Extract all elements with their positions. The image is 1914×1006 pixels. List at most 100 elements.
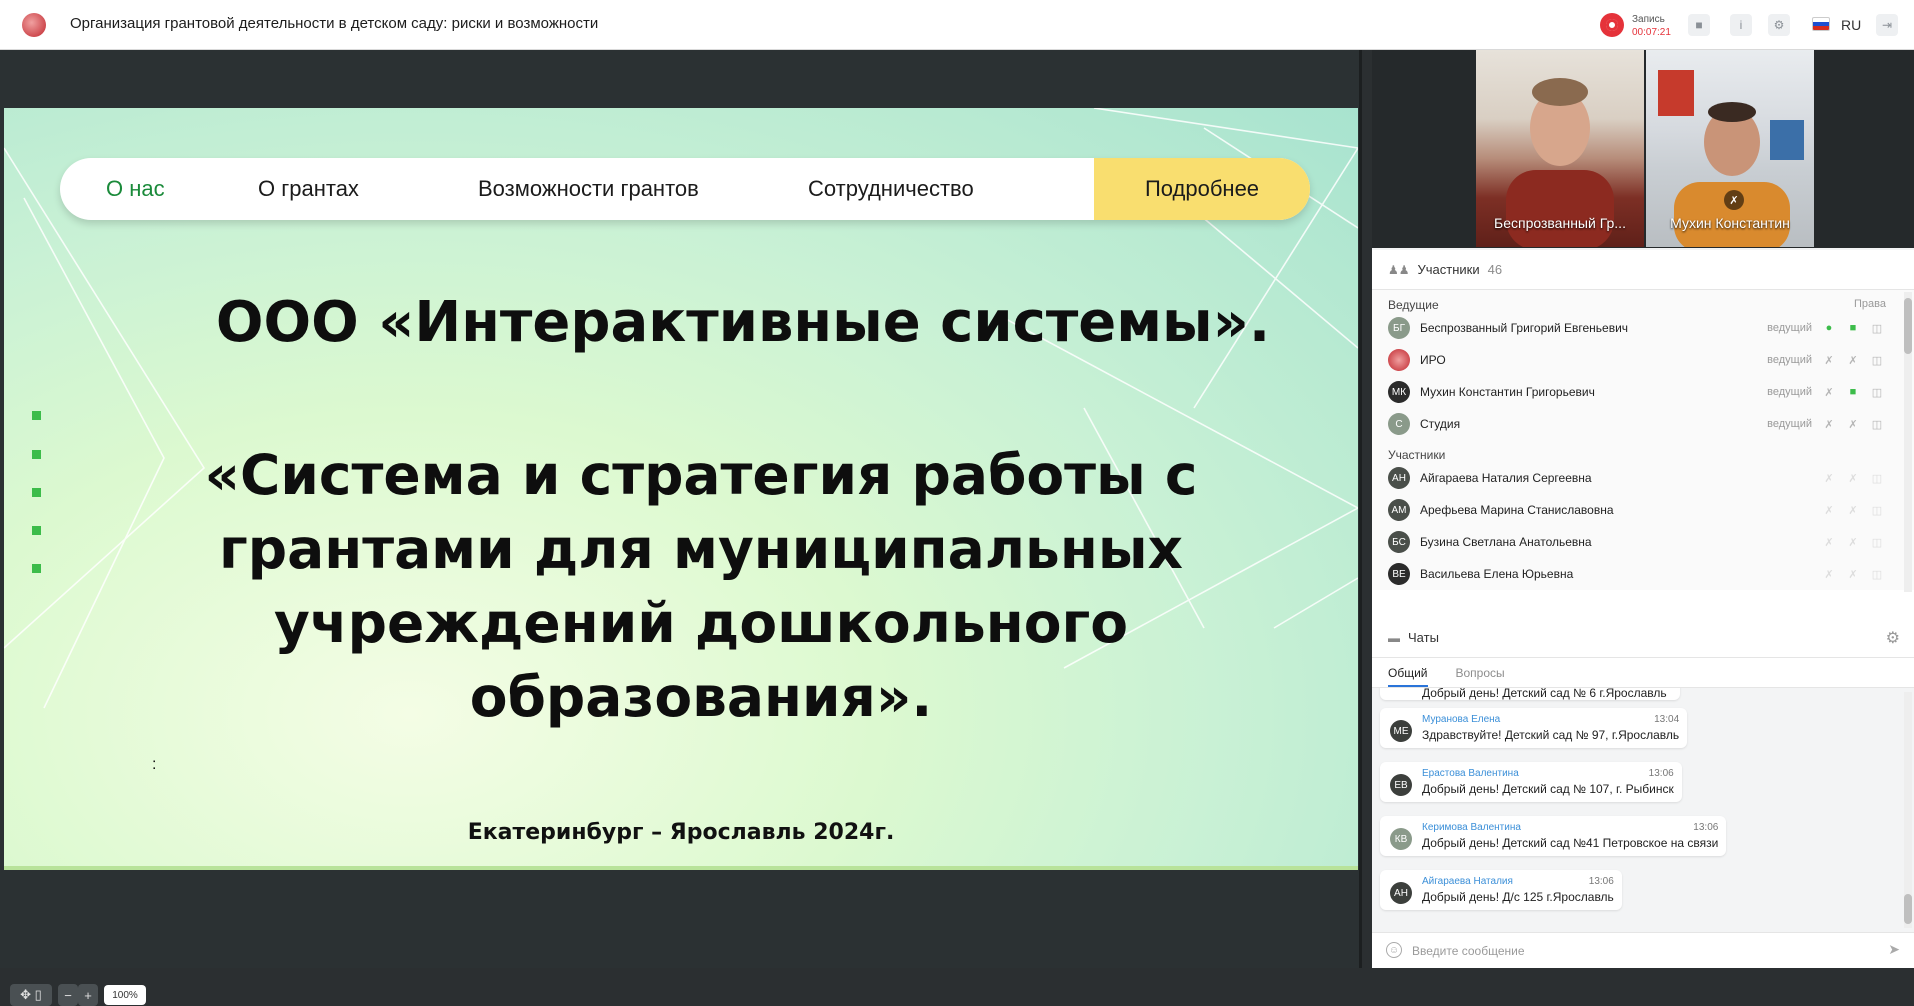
send-icon[interactable]: ➤: [1888, 941, 1900, 958]
green-bullet: [32, 488, 41, 497]
participant-row[interactable]: АН Айгараева Наталия Сергеевна ✗ ✗ ◫: [1372, 462, 1914, 494]
subheading-line: образования».: [469, 665, 933, 729]
camera-on-icon[interactable]: ■: [1846, 385, 1860, 399]
chat-header: ▬ Чаты ⚙: [1372, 618, 1914, 658]
zoom-level: 100%: [104, 985, 146, 1005]
mic-on-icon[interactable]: ●: [1822, 321, 1836, 335]
participants-list: Ведущие Права БГ Беспрозванный Григорий …: [1372, 290, 1914, 592]
russian-flag-icon[interactable]: [1812, 17, 1830, 31]
screen-share-off-icon[interactable]: ◫: [1870, 321, 1884, 335]
chat-settings-icon[interactable]: ⚙: [1886, 628, 1900, 648]
participant-row[interactable]: ВЕ Васильева Елена Юрьевна ✗ ✗ ◫: [1372, 558, 1914, 590]
screen-share-off-icon: ◫: [1871, 504, 1883, 517]
screen-share-off-icon[interactable]: ◫: [1870, 385, 1884, 399]
avatar: МК: [1388, 381, 1410, 403]
tab-general[interactable]: Общий: [1388, 658, 1428, 687]
message-text: Добрый день! Детский сад №41 Петровское …: [1422, 836, 1719, 850]
emoji-icon[interactable]: ☺: [1386, 942, 1402, 958]
subheading-line: учреждений дошкольного: [273, 591, 1129, 655]
video-name: Мухин Константин: [1670, 215, 1790, 231]
avatar: БГ: [1388, 317, 1410, 339]
zoom-controls: ✥ ▯ − + 100%: [10, 984, 146, 1006]
language-selector[interactable]: RU: [1841, 17, 1861, 33]
avatar: ЕВ: [1390, 774, 1412, 796]
mic-off-icon[interactable]: ✗: [1822, 385, 1836, 399]
participants-header: ♟♟ Участники 46: [1372, 250, 1914, 290]
rights-label: Права: [1854, 298, 1886, 310]
zoom-in-button[interactable]: +: [78, 984, 98, 1006]
avatar: АМ: [1388, 499, 1410, 521]
iro-logo: [22, 13, 46, 37]
screen-share-off-icon[interactable]: ◫: [1870, 417, 1884, 431]
pan-fit-icon[interactable]: ✥ ▯: [10, 984, 52, 1006]
chat-message-input[interactable]: [1412, 941, 1852, 961]
participant-role: ведущий: [1767, 354, 1812, 366]
green-bullet: [32, 564, 41, 573]
participant-role: ведущий: [1767, 418, 1812, 430]
participants-scroll-thumb[interactable]: [1904, 298, 1912, 354]
mic-off-icon[interactable]: ✗: [1822, 353, 1836, 367]
avatar: АН: [1388, 467, 1410, 489]
info-icon[interactable]: i: [1730, 14, 1752, 36]
presentation-slide: О нас О грантах Возможности грантов Сотр…: [4, 108, 1358, 870]
slide-footer: Екатеринбург – Ярославль 2024г.: [467, 820, 895, 845]
hosts-label: Ведущие: [1388, 298, 1439, 312]
slide-nav-more-button[interactable]: Подробнее: [1094, 158, 1310, 220]
participants-panel: ♟♟ Участники 46 Ведущие Права БГ Беспроз…: [1372, 250, 1914, 654]
participant-row[interactable]: С Студия ведущий ✗ ✗ ◫: [1372, 408, 1914, 440]
participant-row[interactable]: МК Мухин Константин Григорьевич ведущий …: [1372, 376, 1914, 408]
gear-icon[interactable]: ⚙: [1768, 14, 1790, 36]
participant-name: Арефьева Марина Станиславовна: [1420, 503, 1614, 517]
participant-name: Бузина Светлана Анатольевна: [1420, 535, 1592, 549]
slide-nav-about[interactable]: О нас: [106, 176, 165, 202]
subheading-line: «Система и стратегия работы с: [204, 443, 1198, 507]
mic-off-icon[interactable]: ✗: [1822, 417, 1836, 431]
top-bar: Организация грантовой деятельности в дет…: [0, 0, 1914, 50]
mic-muted-icon: ✗: [1724, 190, 1744, 210]
record-label: Запись: [1632, 14, 1665, 25]
mic-off-icon: ✗: [1824, 504, 1834, 517]
event-title: Организация грантовой деятельности в дет…: [70, 15, 599, 32]
message-author: Айгараева Наталия: [1422, 876, 1513, 887]
exit-icon[interactable]: ⇥: [1876, 14, 1898, 36]
avatar: КВ: [1390, 828, 1412, 850]
chat-message: МЕ Муранова Елена 13:04 Здравствуйте! Де…: [1380, 708, 1688, 748]
screen-share-off-icon[interactable]: ◫: [1870, 353, 1884, 367]
video-name: Беспрозванный Гр...: [1494, 215, 1626, 231]
avatar: МЕ: [1390, 720, 1412, 742]
camera-off-icon[interactable]: ✗: [1846, 353, 1860, 367]
participant-name: Студия: [1420, 417, 1461, 431]
participant-role: ведущий: [1767, 386, 1812, 398]
participant-row[interactable]: БС Бузина Светлана Анатольевна ✗ ✗ ◫: [1372, 526, 1914, 558]
right-sidebar: Беспрозванный Гр... ✗ Мухин Константин ♟…: [1372, 50, 1914, 968]
participant-row[interactable]: АМ Арефьева Марина Станиславовна ✗ ✗ ◫: [1372, 494, 1914, 526]
mic-off-icon: ✗: [1824, 568, 1834, 581]
record-icon[interactable]: [1600, 13, 1624, 37]
presentation-stage: О нас О грантах Возможности грантов Сотр…: [0, 50, 1362, 1006]
participant-name: Беспрозванный Григорий Евгеньевич: [1420, 321, 1629, 335]
record-timer: 00:07:21: [1632, 27, 1671, 38]
tab-questions[interactable]: Вопросы: [1456, 658, 1505, 687]
folder-icon[interactable]: ■: [1688, 14, 1710, 36]
slide-navigation: О нас О грантах Возможности грантов Сотр…: [60, 158, 1310, 220]
chat-tabs: Общий Вопросы: [1372, 658, 1914, 688]
message-author: Ерастова Валентина: [1422, 768, 1519, 779]
chat-scroll-thumb[interactable]: [1904, 894, 1912, 924]
camera-on-icon[interactable]: ■: [1846, 321, 1860, 335]
participant-row[interactable]: БГ Беспрозванный Григорий Евгеньевич вед…: [1372, 312, 1914, 344]
slide-nav-opportunities[interactable]: Возможности грантов: [478, 176, 699, 202]
users-icon: ♟♟: [1388, 262, 1410, 277]
slide-nav-grants[interactable]: О грантах: [258, 176, 359, 202]
video-tile[interactable]: Беспрозванный Гр...: [1476, 50, 1644, 247]
zoom-out-button[interactable]: −: [58, 984, 78, 1006]
chat-message: АН Айгараева Наталия 13:06 Добрый день! …: [1380, 870, 1622, 910]
video-strip: Беспрозванный Гр... ✗ Мухин Константин: [1372, 50, 1914, 248]
message-text: Здравствуйте! Детский сад № 97, г.Яросла…: [1422, 728, 1680, 742]
video-tile[interactable]: ✗ Мухин Константин: [1646, 50, 1814, 247]
slide-nav-cooperation[interactable]: Сотрудничество: [808, 176, 974, 202]
chat-messages: Добрый день! Детский сад № 6 г.Ярославль…: [1372, 688, 1914, 932]
chat-scrollbar[interactable]: [1904, 692, 1912, 928]
camera-off-icon[interactable]: ✗: [1846, 417, 1860, 431]
participant-row[interactable]: ИРО ведущий ✗ ✗ ◫: [1372, 344, 1914, 376]
message-author: Муранова Елена: [1422, 714, 1501, 725]
